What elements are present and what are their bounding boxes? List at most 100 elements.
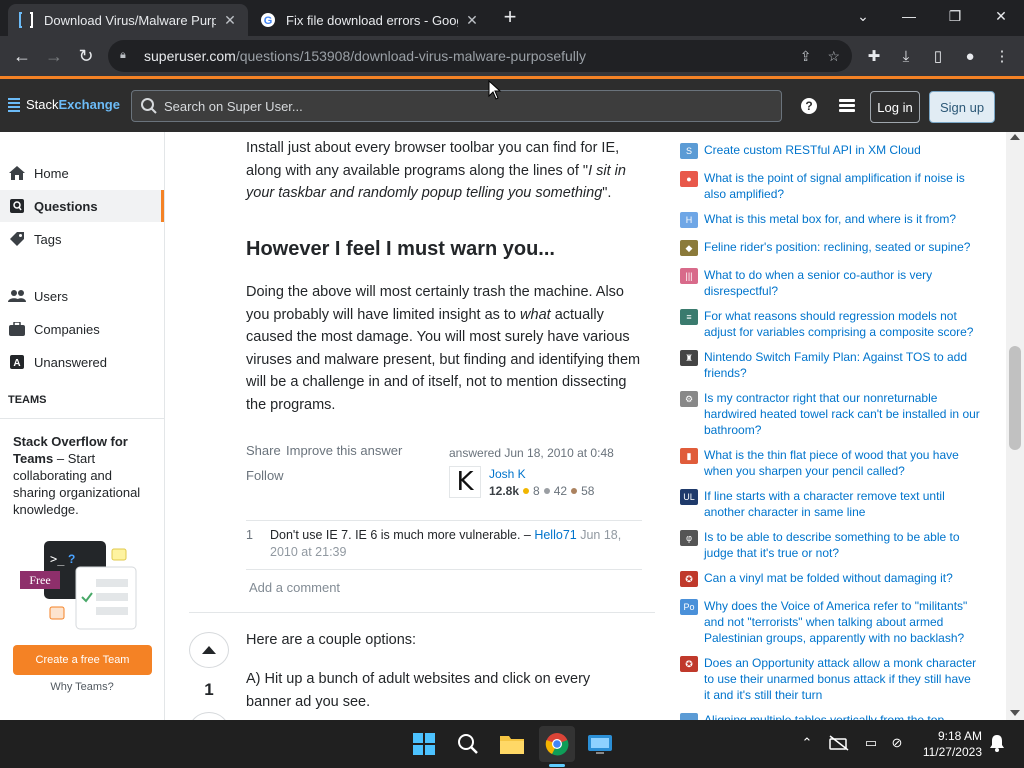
hot-question-item[interactable]: S Create custom RESTful API in XM Cloud (680, 142, 980, 159)
comment-text: Don't use IE 7. IE 6 is much more vulner… (270, 528, 535, 542)
hot-question-title[interactable]: What is the point of signal amplificatio… (704, 170, 980, 202)
taskbar-search-icon[interactable] (450, 726, 486, 762)
mouse-pointer-icon (488, 79, 502, 100)
hot-question-item[interactable]: ♜ Nintendo Switch Family Plan: Against TO… (680, 349, 980, 381)
new-tab-plus-icon[interactable]: + (498, 6, 522, 30)
address-bar[interactable]: 🔒︎ superuser.com/questions/153908/downlo… (108, 40, 852, 72)
share-icon[interactable]: ⇪ (800, 48, 812, 65)
side-panel-icon[interactable]: ▯ (926, 44, 950, 68)
nav-unanswered[interactable]: A Unanswered (0, 346, 164, 378)
site-switcher-icon[interactable] (836, 95, 858, 117)
file-explorer-icon[interactable] (494, 726, 530, 762)
scroll-down-arrow-icon[interactable] (1010, 710, 1020, 716)
avatar[interactable]: K (449, 466, 481, 498)
tab-search-chevron-icon[interactable]: ⌄ (840, 0, 886, 32)
unanswered-icon: A (8, 353, 26, 371)
back-arrow-icon[interactable]: ← (8, 42, 36, 70)
stackexchange-logo[interactable]: Stack Exchange (8, 97, 120, 112)
scroll-up-arrow-icon[interactable] (1010, 134, 1020, 140)
signup-button[interactable]: Sign up (929, 91, 995, 123)
page-scrollbar[interactable] (1006, 132, 1024, 720)
scrollbar-thumb[interactable] (1009, 346, 1021, 450)
close-window-icon[interactable]: ✕ (978, 0, 1024, 32)
improve-answer-link[interactable]: Improve this answer (286, 443, 402, 458)
tab-superuser[interactable]: Download Virus/Malware Purposefully ✕ (8, 4, 248, 36)
hot-question-item[interactable]: UL If line starts with a character remove… (680, 488, 980, 520)
nav-questions[interactable]: Questions (0, 190, 164, 222)
forward-arrow-icon[interactable]: → (40, 42, 68, 70)
comments-list: 1 Don't use IE 7. IE 6 is much more vuln… (246, 520, 642, 570)
nav-companies[interactable]: Companies (0, 313, 164, 345)
nav-home[interactable]: Home (0, 157, 164, 189)
login-button[interactable]: Log in (870, 91, 920, 123)
network-off-icon[interactable] (828, 732, 850, 754)
silver-badge-icon (543, 488, 550, 494)
site-favicon-icon: ◆ (680, 240, 698, 256)
nav-users[interactable]: Users (0, 280, 164, 312)
hot-question-title[interactable]: If line starts with a character remove t… (704, 488, 980, 520)
hot-question-title[interactable]: Why does the Voice of America refer to "… (704, 598, 980, 646)
hot-question-item[interactable]: Po Why does the Voice of America refer to… (680, 598, 980, 646)
free-badge: Free (20, 571, 60, 589)
hot-question-title[interactable]: What to do when a senior co-author is ve… (704, 267, 980, 299)
restore-icon[interactable]: ❐ (932, 0, 978, 32)
hot-question-title[interactable]: Aligning multiple tables vertically from… (704, 712, 944, 720)
add-comment-link[interactable]: Add a comment (249, 580, 340, 595)
svg-text:?: ? (68, 552, 75, 566)
nav-label: Users (34, 288, 68, 304)
hot-question-title[interactable]: Feline rider's position: reclining, seat… (704, 239, 970, 256)
site-favicon-icon: ≡ (680, 309, 698, 325)
share-link[interactable]: Share (246, 443, 281, 458)
chrome-icon[interactable] (539, 726, 575, 762)
tab-google-help[interactable]: G Fix file download errors - Google Chro… (250, 4, 490, 36)
download-icon[interactable]: ⤓ (894, 44, 918, 68)
hot-question-title[interactable]: What is this metal box for, and where is… (704, 211, 956, 228)
hot-question-item[interactable]: ⚙ Is my contractor right that our nonretu… (680, 390, 980, 438)
bronze-count: 58 (581, 484, 595, 498)
hot-question-title[interactable]: Is my contractor right that our nonretur… (704, 390, 980, 438)
tab-close-icon[interactable]: ✕ (464, 12, 480, 28)
create-team-button[interactable]: Create a free Team (13, 645, 152, 675)
hot-question-item[interactable]: φ Is to be able to describe something to … (680, 529, 980, 561)
taskbar-clock[interactable]: 9:18 AM 11/27/2023 (912, 728, 982, 760)
hot-question-title[interactable]: Does an Opportunity attack allow a monk … (704, 655, 980, 703)
hot-question-title[interactable]: Is to be able to describe something to b… (704, 529, 980, 561)
hot-question-item[interactable]: ● What is the point of signal amplificati… (680, 170, 980, 202)
extensions-puzzle-icon[interactable]: ✚ (862, 44, 886, 68)
monitor-icon[interactable]: ▭ (860, 732, 882, 754)
remote-desktop-icon[interactable] (582, 726, 618, 762)
downvote-button[interactable] (189, 712, 229, 720)
hot-question-title[interactable]: Create custom RESTful API in XM Cloud (704, 142, 921, 159)
profile-avatar-icon[interactable]: ● (958, 44, 982, 68)
hot-question-item[interactable]: ▭ Aligning multiple tables vertically fro… (680, 712, 980, 720)
volume-muted-icon[interactable]: ⊘ (886, 732, 908, 754)
hot-question-title[interactable]: Can a vinyl mat be folded without damagi… (704, 570, 953, 587)
upvote-button[interactable] (189, 632, 229, 668)
hot-question-item[interactable]: ✪ Can a vinyl mat be folded without damag… (680, 570, 980, 587)
follow-link[interactable]: Follow (246, 468, 284, 483)
hot-question-title[interactable]: For what reasons should regression model… (704, 308, 980, 340)
windows-start-icon[interactable] (406, 726, 442, 762)
reload-icon[interactable]: ↻ (72, 42, 100, 70)
bookmark-star-icon[interactable]: ☆ (827, 48, 840, 65)
hot-question-item[interactable]: ◆ Feline rider's position: reclining, sea… (680, 239, 980, 256)
site-search-input[interactable]: Search on Super User... (131, 90, 782, 122)
minimize-icon[interactable]: — (886, 0, 932, 32)
upvote-arrow-icon (202, 646, 216, 654)
tray-chevron-up-icon[interactable]: ⌃ (796, 732, 818, 754)
hot-question-item[interactable]: ✪ Does an Opportunity attack allow a monk… (680, 655, 980, 703)
hot-question-item[interactable]: ▮ What is the thin flat piece of wood tha… (680, 447, 980, 479)
why-teams-link[interactable]: Why Teams? (0, 681, 164, 693)
tab-close-icon[interactable]: ✕ (222, 12, 238, 28)
hot-question-title[interactable]: What is the thin flat piece of wood that… (704, 447, 980, 479)
more-menu-icon[interactable]: ⋮ (990, 44, 1014, 68)
comment-user-link[interactable]: Hello71 (534, 528, 576, 542)
notification-bell-icon[interactable] (986, 732, 1008, 754)
nav-tags[interactable]: Tags (0, 223, 164, 255)
help-icon[interactable]: ? (798, 95, 820, 117)
user-name-link[interactable]: Josh K (489, 467, 526, 481)
hot-question-title[interactable]: Nintendo Switch Family Plan: Against TOS… (704, 349, 980, 381)
hot-question-item[interactable]: ≡ For what reasons should regression mode… (680, 308, 980, 340)
hot-question-item[interactable]: H What is this metal box for, and where i… (680, 211, 980, 228)
hot-question-item[interactable]: ||| What to do when a senior co-author is… (680, 267, 980, 299)
